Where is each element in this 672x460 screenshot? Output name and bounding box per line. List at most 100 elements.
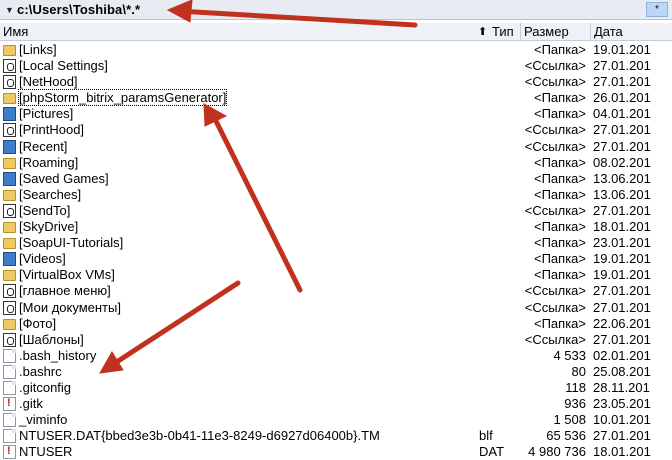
file-row[interactable]: [Мои документы] <Ссылка> 27.01.201 [0,300,672,316]
file-size: <Папка> [534,170,586,186]
file-size: 65 536 [546,428,586,444]
file-name: .bash_history [19,347,97,363]
folder-icon [3,189,16,201]
shortcut-icon [3,123,16,138]
file-row[interactable]: [Шаблоны] <Ссылка> 27.01.201 [0,332,672,348]
file-date: 22.06.201 [593,315,651,331]
file-date: 10.01.201 [593,412,651,428]
file-size: <Папка> [534,186,586,202]
file-row[interactable]: [Saved Games] <Папка> 13.06.201 [0,171,672,187]
file-name: [Pictures] [19,106,74,122]
special-folder-icon [3,171,16,186]
file-name: .gitconfig [19,379,72,395]
file-name: [Мои документы] [19,299,121,315]
file-row[interactable]: .gitconfig 118 28.11.201 [0,380,672,396]
column-divider[interactable] [590,23,591,40]
file-row[interactable]: [Roaming] <Папка> 08.02.201 [0,155,672,171]
file-row[interactable]: NTUSER DAT 4 980 736 18.01.201 [0,444,672,460]
file-name: [SoapUI-Tutorials] [19,235,124,251]
column-date[interactable]: Дата [594,24,623,39]
file-date: 23.05.201 [593,396,651,412]
file-row[interactable]: [Recent] <Ссылка> 27.01.201 [0,139,672,155]
current-path[interactable]: c:\Users\Toshiba\*.* [17,2,140,17]
column-header: Имя ⬆ Тип Размер Дата [0,23,672,41]
file-date: 28.11.201 [593,379,650,395]
folder-icon [3,45,16,56]
file-row[interactable]: [NetHood] <Ссылка> 27.01.201 [0,74,672,90]
file-date: 27.01.201 [593,331,651,347]
file-row[interactable]: [PrintHood] <Ссылка> 27.01.201 [0,122,672,138]
file-row[interactable]: [SoapUI-Tutorials] <Папка> 23.01.201 [0,235,672,251]
file-row[interactable]: [VirtualBox VMs] <Папка> 19.01.201 [0,267,672,283]
file-date: 27.01.201 [593,58,651,74]
file-name: [Фото] [19,315,57,331]
column-name[interactable]: Имя [3,24,28,39]
executable-file-icon [3,445,16,460]
file-name: [Local Settings] [19,58,108,74]
file-name: [Roaming] [19,154,79,170]
file-row[interactable]: .bash_history 4 533 02.01.201 [0,348,672,364]
shortcut-icon [3,332,16,347]
file-size: <Папка> [534,251,586,267]
filter-button[interactable]: * [646,2,668,17]
file-date: 27.01.201 [593,428,651,444]
file-list: [Links] <Папка> 19.01.201 [Local Settings] <… [0,42,672,460]
file-icon [3,429,16,444]
file-date: 13.06.201 [593,186,651,202]
file-row[interactable]: NTUSER.DAT{bbed3e3b-0b41-11e3-8249-d6927… [0,428,672,444]
file-row[interactable]: .bashrc 80 25.08.201 [0,364,672,380]
path-bar[interactable]: ▼ c:\Users\Toshiba\*.* * [0,0,672,20]
file-row[interactable]: [Pictures] <Папка> 04.01.201 [0,106,672,122]
file-name: [NetHood] [19,74,78,90]
file-date: 23.01.201 [593,235,651,251]
file-date: 04.01.201 [593,106,651,122]
file-size: 4 980 736 [528,444,586,460]
file-icon [3,413,16,428]
file-name: [SendTo] [19,202,71,218]
file-size: <Папка> [534,42,586,57]
file-name: [VirtualBox VMs] [19,267,115,283]
file-row[interactable]: .gitk 936 23.05.201 [0,396,672,412]
shortcut-icon [3,284,16,299]
file-row[interactable]: [phpStorm_bitrix_paramsGenerator] <Папка>… [0,89,672,107]
file-type: DAT [479,444,505,460]
file-row[interactable]: [Фото] <Папка> 22.06.201 [0,316,672,332]
file-row[interactable]: [Links] <Папка> 19.01.201 [0,42,672,58]
file-size: <Ссылка> [524,138,586,154]
file-date: 19.01.201 [593,42,651,57]
file-date: 27.01.201 [593,299,651,315]
dropdown-icon[interactable]: ▼ [5,5,14,15]
folder-icon [3,93,16,105]
file-date: 18.01.201 [593,219,651,235]
file-row[interactable]: _viminfo 1 508 10.01.201 [0,412,672,428]
sort-arrow-icon: ⬆ [478,26,488,38]
special-folder-icon [3,107,16,122]
file-row[interactable]: [Local Settings] <Ссылка> 27.01.201 [0,58,672,74]
column-divider[interactable] [520,23,521,40]
shortcut-icon [3,203,16,218]
file-row[interactable]: [SendTo] <Ссылка> 27.01.201 [0,203,672,219]
file-row[interactable]: [главное меню] <Ссылка> 27.01.201 [0,283,672,299]
file-size: 4 533 [553,347,586,363]
file-date: 19.01.201 [593,267,651,283]
folder-icon [3,222,16,234]
file-size: 80 [571,363,586,379]
folder-icon [3,318,16,330]
file-size: <Ссылка> [524,58,586,74]
column-size[interactable]: Размер [524,24,569,39]
file-row[interactable]: [Videos] <Папка> 19.01.201 [0,251,672,267]
file-date: 26.01.201 [593,90,651,106]
file-date: 27.01.201 [593,283,651,299]
file-size: <Ссылка> [524,74,586,90]
column-type[interactable]: Тип [492,24,514,39]
folder-icon [3,238,16,250]
file-row[interactable]: [Searches] <Папка> 13.06.201 [0,187,672,203]
shortcut-icon [3,59,16,74]
file-name: [phpStorm_bitrix_paramsGenerator] [17,89,228,107]
folder-icon [3,157,16,169]
file-name: NTUSER [19,444,73,460]
file-icon [3,348,16,363]
file-date: 27.01.201 [593,122,651,138]
file-row[interactable]: [SkyDrive] <Папка> 18.01.201 [0,219,672,235]
file-icon [3,364,16,379]
